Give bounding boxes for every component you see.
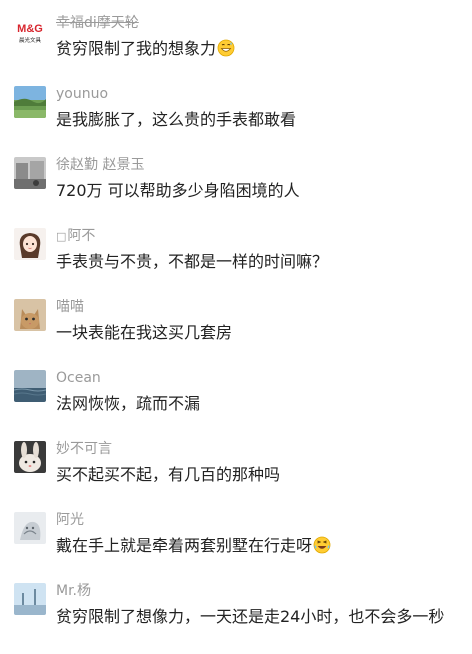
comment-text: 买不起买不起，有几百的那种吗	[56, 465, 281, 484]
cat-avatar	[14, 299, 46, 331]
comment-item: Mr.杨 贫穷限制了想像力，一天还是走24小时，也不会多一秒	[0, 582, 472, 654]
commenter-name[interactable]: 喵喵	[56, 298, 84, 316]
avatar[interactable]	[14, 299, 46, 331]
avatar-logo-subtext: 晨光文具	[19, 36, 42, 44]
comment-item: M&G 晨光文具 幸福di摩天轮 贫穷限制了我的想象力	[0, 14, 472, 86]
comment-text: 贫穷限制了我的想象力	[56, 38, 235, 60]
comment-feed: M&G 晨光文具 幸福di摩天轮 贫穷限制了我的想象力 younuo 是我膨胀了…	[0, 0, 472, 652]
commenter-name[interactable]: □阿不	[56, 227, 95, 246]
grinning-sweat-emoji	[217, 39, 235, 57]
name-prefix: □	[56, 230, 67, 243]
avatar[interactable]	[14, 583, 46, 615]
comment-item: younuo 是我膨胀了，这么贵的手表都敢看	[0, 85, 472, 157]
commenter-name[interactable]: 徐赵勤 赵景玉	[56, 156, 144, 174]
comment-item: 阿光 戴在手上就是牵着两套别墅在行走呀	[0, 511, 472, 583]
comment-item: 喵喵 一块表能在我这买几套房	[0, 298, 472, 370]
commenter-name[interactable]: Ocean	[56, 369, 101, 387]
comment-text: 一块表能在我这买几套房	[56, 323, 233, 342]
avatar[interactable]	[14, 512, 46, 544]
sketch-avatar	[14, 512, 46, 544]
commenter-name[interactable]: 幸福di摩天轮	[56, 14, 139, 32]
bunny-avatar	[14, 441, 46, 473]
comment-item: Ocean 法网恢恢，疏而不漏	[0, 369, 472, 441]
landscape-avatar	[14, 86, 46, 118]
comment-text: 贫穷限制了想像力，一天还是走24小时，也不会多一秒	[56, 607, 445, 626]
avatar[interactable]	[14, 370, 46, 402]
laughing-tears-emoji	[313, 536, 331, 554]
comment-text: 戴在手上就是牵着两套别墅在行走呀	[56, 535, 331, 557]
ocean-avatar	[14, 370, 46, 402]
avatar[interactable]	[14, 157, 46, 189]
comment-text: 手表贵与不贵，不都是一样的时间嘛？	[56, 252, 329, 271]
avatar-logo-text: M&G	[17, 23, 43, 35]
mg-logo-avatar: M&G 晨光文具	[14, 15, 46, 47]
comment-text: 720万 可以帮助多少身陷困境的人	[56, 181, 300, 200]
avatar[interactable]	[14, 228, 46, 260]
avatar[interactable]	[14, 441, 46, 473]
commenter-name[interactable]: Mr.杨	[56, 582, 91, 600]
comment-body: 贫穷限制了我的想象力	[56, 39, 217, 58]
cartoon-girl-avatar	[14, 228, 46, 260]
comment-item: 徐赵勤 赵景玉 720万 可以帮助多少身陷困境的人	[0, 156, 472, 228]
name-label: 阿不	[67, 228, 96, 244]
street-photo-avatar	[14, 157, 46, 189]
sky-avatar	[14, 583, 46, 615]
commenter-name[interactable]: 阿光	[56, 511, 84, 529]
avatar[interactable]	[14, 86, 46, 118]
comment-body: 戴在手上就是牵着两套别墅在行走呀	[56, 536, 313, 555]
comment-item: □阿不 手表贵与不贵，不都是一样的时间嘛？	[0, 227, 472, 299]
comment-text: 是我膨胀了，这么贵的手表都敢看	[56, 110, 297, 129]
commenter-name[interactable]: younuo	[56, 85, 108, 103]
comment-text: 法网恢恢，疏而不漏	[56, 394, 201, 413]
comment-item: 妙不可言 买不起买不起，有几百的那种吗	[0, 440, 472, 512]
commenter-name[interactable]: 妙不可言	[56, 440, 112, 458]
avatar[interactable]: M&G 晨光文具	[14, 15, 46, 47]
